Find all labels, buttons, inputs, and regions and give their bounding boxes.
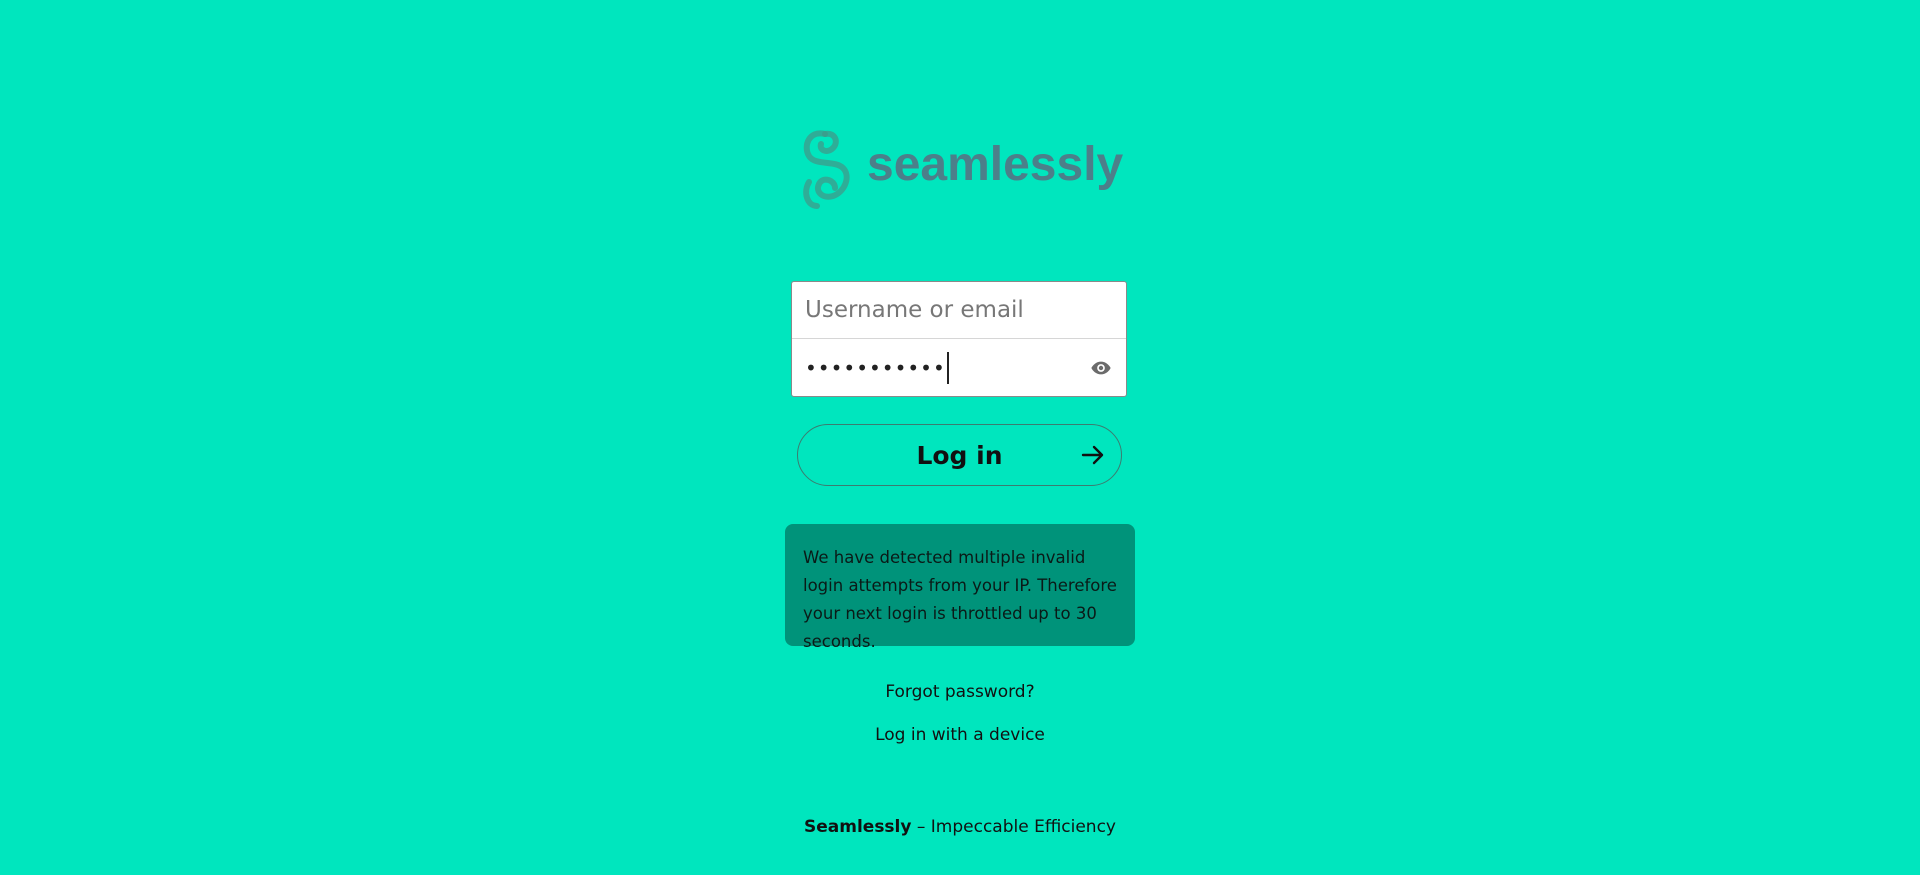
eye-icon[interactable] bbox=[1090, 357, 1112, 379]
footer-separator: – bbox=[911, 817, 931, 837]
password-masked-value: ••••••••••• bbox=[805, 355, 946, 380]
forgot-password-label: Forgot password? bbox=[885, 682, 1035, 702]
throttle-warning-text: We have detected multiple invalid login … bbox=[803, 548, 1117, 651]
password-field-wrapper: ••••••••••• bbox=[792, 339, 1126, 396]
brand-logo: seamlessly bbox=[795, 126, 1125, 210]
throttle-warning: We have detected multiple invalid login … bbox=[785, 524, 1135, 651]
login-form: ••••••••••• bbox=[791, 281, 1127, 397]
login-button[interactable]: Log in bbox=[797, 424, 1122, 486]
seamlessly-swirl-icon bbox=[803, 130, 850, 209]
arrow-right-icon bbox=[1079, 441, 1107, 469]
login-button-label: Log in bbox=[916, 440, 1003, 470]
text-caret bbox=[946, 351, 949, 384]
forgot-password-link[interactable]: Forgot password? bbox=[0, 682, 1920, 702]
device-login-link[interactable]: Log in with a device bbox=[0, 725, 1920, 745]
password-input[interactable]: ••••••••••• bbox=[805, 339, 949, 396]
footer: Seamlessly – Impeccable Efficiency bbox=[0, 817, 1920, 837]
footer-slogan: Impeccable Efficiency bbox=[930, 817, 1116, 837]
brand-name: seamlessly bbox=[867, 138, 1124, 191]
footer-name[interactable]: Seamlessly bbox=[804, 817, 911, 837]
username-input[interactable] bbox=[792, 282, 1126, 338]
username-field-wrapper bbox=[792, 282, 1126, 339]
device-login-label: Log in with a device bbox=[875, 725, 1045, 745]
